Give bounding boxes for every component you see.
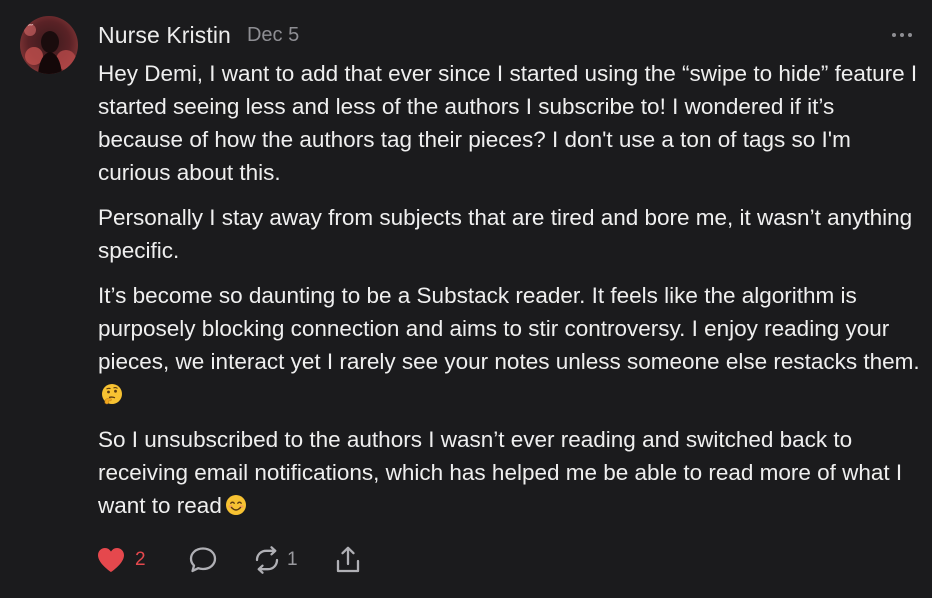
heart-icon (98, 548, 124, 572)
like-count: 2 (135, 549, 146, 570)
share-button[interactable] (334, 545, 362, 575)
share-icon (336, 546, 360, 573)
comment-body: Hey Demi, I want to add that ever since … (98, 57, 920, 522)
restack-button[interactable]: 1 (252, 545, 334, 575)
profile-photo: ~ (20, 16, 78, 74)
author-name[interactable]: Nurse Kristin (98, 22, 231, 49)
paragraph: It’s become so daunting to be a Substack… (98, 279, 920, 411)
comment-icon (189, 547, 217, 573)
restack-icon (255, 546, 279, 574)
comment-button[interactable] (188, 545, 252, 575)
restack-count: 1 (287, 549, 298, 570)
paragraph: Personally I stay away from subjects tha… (98, 205, 913, 263)
ellipsis-icon (892, 33, 912, 37)
avatar[interactable]: ~ (20, 16, 78, 74)
post-date[interactable]: Dec 5 (247, 24, 299, 47)
like-button[interactable]: 2 (96, 546, 188, 574)
more-options-button[interactable] (891, 32, 913, 38)
smiling-face-emoji (225, 494, 247, 516)
paragraph: So I unsubscribed to the authors I wasn’… (98, 427, 903, 518)
paragraph: Hey Demi, I want to add that ever since … (98, 61, 918, 185)
author-header: Nurse Kristin Dec 5 (98, 20, 902, 50)
thinking-face-emoji (101, 383, 123, 405)
action-bar: 2 1 (96, 542, 362, 578)
